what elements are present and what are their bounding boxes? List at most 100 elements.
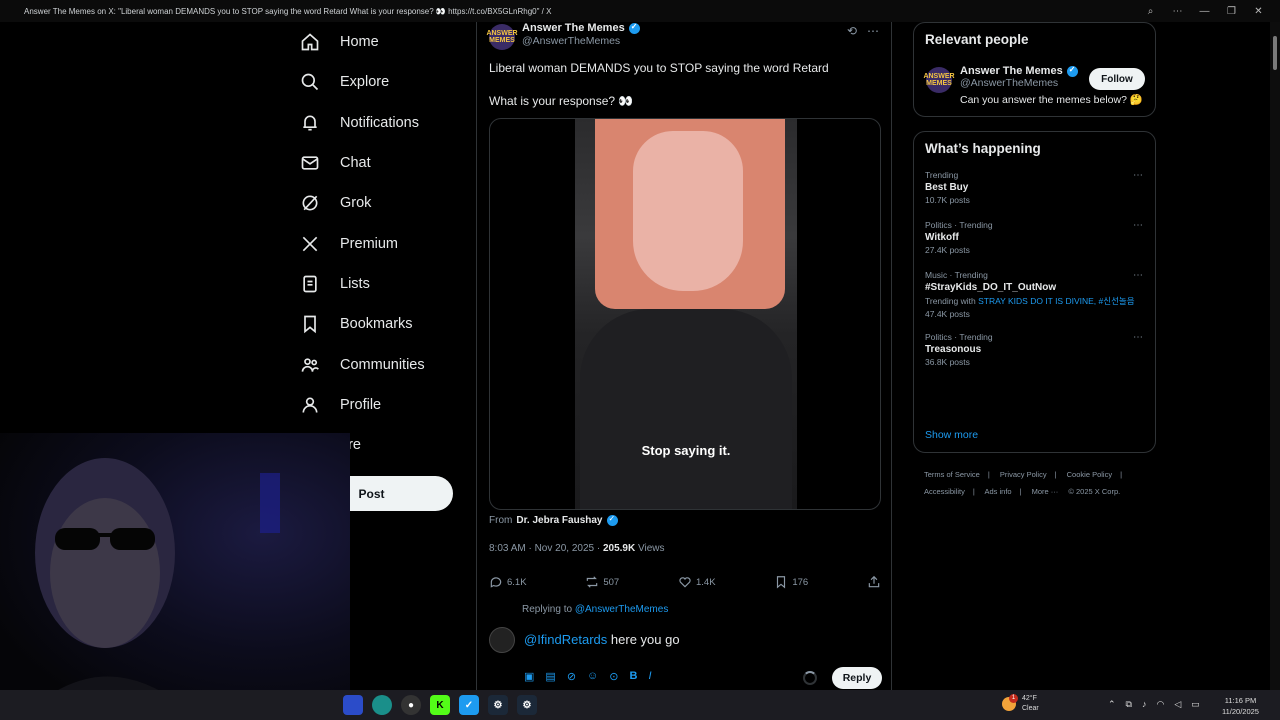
trend-item[interactable]: Trending Best Buy 10.7K posts ⋯ [914, 170, 1155, 205]
reply-button[interactable]: Reply [832, 667, 882, 689]
relevant-name[interactable]: Answer The Memes [960, 65, 1063, 77]
trend-item[interactable]: Music · Trending #StrayKids_DO_IT_OutNow… [914, 270, 1155, 319]
network-icon[interactable]: ⧉ [1126, 699, 1132, 710]
italic-icon[interactable]: I [648, 670, 651, 683]
weather-widget[interactable]: 1 42°F Clear [1002, 694, 1039, 714]
verified-badge-icon [1066, 65, 1078, 77]
steam-icon[interactable]: ⚙ [488, 695, 508, 715]
from-name[interactable]: Dr. Jebra Faushay [516, 515, 602, 526]
more-options-icon[interactable]: ⋯ [1133, 170, 1143, 181]
location-icon[interactable]: ⊙ [609, 670, 618, 683]
author-handle[interactable]: @AnswerTheMemes [522, 35, 640, 47]
footer-ads-info[interactable]: Ads info [984, 487, 1011, 496]
footer-copyright: © 2025 X Corp. [1068, 487, 1121, 496]
whats-happening-title: What’s happening [925, 141, 1041, 156]
steam-icon[interactable]: ⚙ [517, 695, 537, 715]
more-icon[interactable]: ⋯ [1164, 0, 1191, 22]
nav-item-profile[interactable]: Profile [290, 385, 470, 425]
kick-icon[interactable]: K [430, 695, 450, 715]
trend-item[interactable]: Politics · Trending Treasonous 36.8K pos… [914, 332, 1155, 367]
nav-label-premium: Premium [340, 235, 399, 252]
follow-button[interactable]: Follow [1089, 68, 1145, 90]
gif-icon[interactable]: ▤ [545, 670, 555, 683]
verified-badge-icon [606, 514, 618, 526]
trend-with-prefix: Trending with [925, 296, 979, 306]
more-options-icon[interactable]: ⋯ [867, 24, 879, 38]
replying-to: Replying to @AnswerTheMemes [522, 604, 668, 615]
replying-handle[interactable]: @AnswerTheMemes [575, 604, 669, 615]
footer-accessibility[interactable]: Accessibility [924, 487, 965, 496]
image-icon[interactable]: ▣ [524, 670, 534, 683]
page-scrollbar[interactable] [1270, 22, 1280, 690]
scrollbar-thumb[interactable] [1273, 36, 1277, 70]
nav-item-explore[interactable]: Explore [290, 62, 470, 102]
nav-label-chat: Chat [340, 155, 371, 172]
show-more-link[interactable]: Show more [914, 429, 989, 441]
share-action[interactable] [867, 575, 881, 589]
comment-icon [490, 577, 502, 588]
trend-context: Politics · Trending [925, 332, 993, 342]
browser-icon[interactable]: ✓ [459, 695, 479, 715]
trend-count: 27.4K posts [925, 245, 970, 255]
nav-item-grok[interactable]: Grok [290, 183, 470, 223]
tweet-video[interactable]: Stop saying it. [489, 118, 881, 510]
search-icon[interactable]: ⌕ [1137, 0, 1164, 22]
user-avatar[interactable] [489, 627, 515, 653]
bold-icon[interactable]: B [629, 670, 637, 683]
grok-icon[interactable]: ⟲ [847, 24, 857, 38]
trend-name: Witkoff [925, 232, 959, 243]
footer-more[interactable]: More ··· [1032, 487, 1059, 496]
reply-action[interactable]: 6.1K [489, 575, 527, 589]
tweet-author[interactable]: ANSWER MEMES Answer The Memes @AnswerThe… [486, 22, 640, 50]
nav-label-bookmarks: Bookmarks [340, 316, 413, 333]
nav-item-home[interactable]: Home [290, 22, 470, 62]
minimize-button[interactable]: — [1191, 0, 1218, 22]
close-button[interactable]: ✕ [1245, 0, 1272, 22]
more-options-icon[interactable]: ⋯ [1133, 270, 1143, 281]
wifi-icon[interactable]: ◠ [1156, 699, 1164, 710]
trend-context: Music · Trending [925, 270, 988, 280]
footer-sep: | [1054, 470, 1057, 479]
like-action[interactable]: 1.4K [678, 575, 716, 589]
obs-icon[interactable]: ● [401, 695, 421, 715]
nav-item-notifications[interactable]: Notifications [290, 103, 470, 143]
nav-item-lists[interactable]: Lists [290, 264, 470, 304]
nav-item-bookmarks[interactable]: Bookmarks [290, 304, 470, 344]
nav-item-chat[interactable]: Chat [290, 143, 470, 183]
trend-with-links[interactable]: STRAY KIDS DO IT IS DIVINE, #신선놀음 [978, 296, 1134, 306]
tweet-time[interactable]: 8:03 AM · Nov 20, 2025 · [489, 543, 603, 554]
footer-cookie[interactable]: Cookie Policy [1067, 470, 1112, 479]
edge-icon[interactable] [372, 695, 392, 715]
footer-terms[interactable]: Terms of Service [924, 470, 980, 479]
maximize-button[interactable]: ❐ [1218, 0, 1245, 22]
nav-item-communities[interactable]: Communities [290, 344, 470, 384]
more-options-icon[interactable]: ⋯ [1133, 220, 1143, 231]
x-logo-icon [302, 236, 318, 251]
app-icon[interactable] [343, 695, 363, 715]
volume-icon[interactable]: ◁ [1174, 699, 1181, 710]
trend-item[interactable]: Politics · Trending Witkoff 27.4K posts … [914, 220, 1155, 255]
chevron-up-icon[interactable]: ⌃ [1108, 699, 1116, 710]
emoji-icon[interactable]: ☺ [587, 670, 598, 683]
nav-label-lists: Lists [340, 275, 370, 292]
video-frame: Stop saying it. [575, 119, 797, 509]
battery-icon[interactable]: ▭ [1191, 699, 1200, 710]
bookmark-action[interactable]: 176 [774, 575, 808, 589]
nav-item-premium[interactable]: Premium [290, 223, 470, 263]
relevant-avatar[interactable]: ANSWER MEMES [923, 67, 955, 93]
reply-input[interactable]: @IfindRetards here you go [524, 632, 680, 647]
system-tray: ⌃ ⧉ ♪ ◠ ◁ ▭ [1108, 699, 1200, 710]
more-options-icon[interactable]: ⋯ [1133, 332, 1143, 343]
repost-count: 507 [603, 576, 620, 588]
mic-icon[interactable]: ♪ [1142, 699, 1147, 710]
tweet-actions: 6.1K 507 1.4K 176 [489, 575, 881, 589]
grok-icon[interactable]: ⊘ [567, 670, 576, 683]
author-avatar[interactable]: ANSWER MEMES [486, 24, 518, 50]
repost-action[interactable]: 507 [585, 575, 619, 589]
nav-label-communities: Communities [340, 356, 425, 373]
author-name[interactable]: Answer The Memes [522, 22, 625, 34]
video-source: From Dr. Jebra Faushay [489, 514, 618, 526]
footer-privacy[interactable]: Privacy Policy [1000, 470, 1047, 479]
taskbar-clock[interactable]: 11:16 PM 11/20/2025 [1222, 695, 1259, 717]
footer-sep: | [1120, 470, 1123, 479]
